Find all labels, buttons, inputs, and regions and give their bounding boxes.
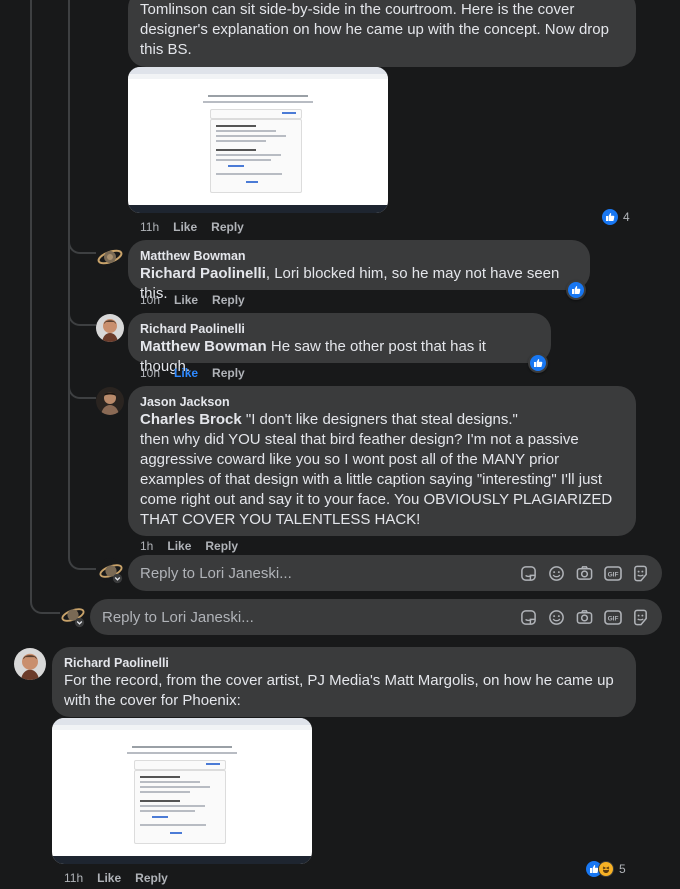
reply-placeholder: Reply to Lori Janeski... [140,564,292,582]
comment-text: THAT COVER YOU TALENTLESS HACK! [140,511,421,528]
svg-text:GIF: GIF [607,571,618,578]
thread-line-inner-curve [68,236,96,254]
like-button[interactable]: Like [173,220,197,234]
sticker-icon[interactable] [519,608,538,627]
comment-author[interactable]: Richard Paolinelli [64,655,624,671]
comment-bubble: Jason Jackson Charles Brock "I don't lik… [128,386,636,536]
like-button[interactable]: Like [174,293,198,307]
timestamp[interactable]: 1h [140,539,153,553]
reaction-badge[interactable] [566,280,586,300]
attached-screenshot[interactable] [52,718,312,864]
comment-text: this BS. [140,41,192,58]
mention-link[interactable]: Richard Paolinelli [140,265,266,282]
comment-text: "I don't like designers that steal desig… [241,411,518,428]
comment-text: designer's explanation on how he came up… [140,21,609,38]
timestamp[interactable]: 11h [64,871,83,885]
comment-text: with the cover for Phoenix: [64,692,241,709]
attached-screenshot[interactable] [128,67,388,213]
reaction-count[interactable]: 4 [600,208,634,226]
comment-bubble: Richard Paolinelli For the record, from … [52,647,636,717]
timestamp[interactable]: 10h [140,293,160,307]
comment-bubble: Tomlinson can sit side-by-side in the co… [128,0,636,67]
comment-author[interactable]: Jason Jackson [140,394,624,410]
haha-icon [598,861,614,877]
avatar[interactable] [96,387,124,415]
current-user-avatar[interactable] [60,602,85,628]
like-icon [602,209,618,225]
reply-button[interactable]: Reply [205,539,238,553]
camera-icon[interactable] [575,564,594,583]
gif-icon[interactable]: GIF [603,564,622,583]
reaction-number: 4 [623,210,630,224]
comment-author[interactable]: Richard Paolinelli [140,321,539,337]
comment-text: Tomlinson can sit side-by-side in the co… [140,1,575,18]
reply-button[interactable]: Reply [211,220,244,234]
current-user-avatar[interactable] [98,558,123,584]
thread-line-inner-curve [68,308,96,326]
reaction-number: 5 [619,862,626,876]
comment-text: For the record, from the cover artist, P… [64,672,614,689]
avatar[interactable] [96,243,124,271]
camera-icon[interactable] [575,608,594,627]
reaction-badge[interactable] [528,353,548,373]
timestamp[interactable]: 11h [140,220,159,234]
comment-bubble: Matthew Bowman Richard Paolinelli, Lori … [128,240,590,302]
thread-line-outer [30,0,32,600]
like-icon [530,355,546,371]
reply-placeholder: Reply to Lori Janeski... [102,608,254,626]
like-button[interactable]: Like [174,366,198,380]
reply-button[interactable]: Reply [135,871,168,885]
like-button[interactable]: Like [97,871,121,885]
comment-text: come right out and say it to your face. … [140,491,613,508]
thread-line-inner [68,0,70,556]
comment-actions: 1h Like Reply [140,539,252,553]
comment-actions: 11h Like Reply [64,871,182,885]
reply-button[interactable]: Reply [212,366,245,380]
reply-input[interactable]: Reply to Lori Janeski... GIF [128,555,662,591]
comment-text: then why did YOU steal that bird feather… [140,431,579,448]
mention-link[interactable]: Matthew Bowman [140,338,267,355]
comment-actions: 10h Like Reply [140,366,259,380]
avatar[interactable] [96,314,124,342]
thread-line-outer-curve [30,598,60,614]
timestamp[interactable]: 10h [140,366,160,380]
emoji-icon[interactable] [547,564,566,583]
gif-icon[interactable]: GIF [603,608,622,627]
sticker-icon[interactable] [519,564,538,583]
comment-actions: 10h Like Reply [140,293,259,307]
thread-line-inner-curve [68,381,96,399]
avatar[interactable] [14,648,46,680]
thread-line-inner-curve [68,552,96,570]
comment-actions: 11h Like Reply [140,220,258,234]
reply-input[interactable]: Reply to Lori Janeski... GIF [90,599,662,635]
avatar-sticker-icon[interactable] [631,564,650,583]
avatar-sticker-icon[interactable] [631,608,650,627]
like-button[interactable]: Like [167,539,191,553]
reply-button[interactable]: Reply [212,293,245,307]
comment-author[interactable]: Matthew Bowman [140,248,578,264]
mention-link[interactable]: Charles Brock [140,411,242,428]
svg-text:GIF: GIF [607,615,618,622]
like-icon [568,282,584,298]
comment-bubble: Richard Paolinelli Matthew Bowman He saw… [128,313,551,375]
emoji-icon[interactable] [547,608,566,627]
comment-text: aggressive coward like you so I wont pos… [140,451,560,468]
comment-text: examples of that design with a little ca… [140,471,603,488]
reaction-count[interactable]: 5 [584,860,630,878]
